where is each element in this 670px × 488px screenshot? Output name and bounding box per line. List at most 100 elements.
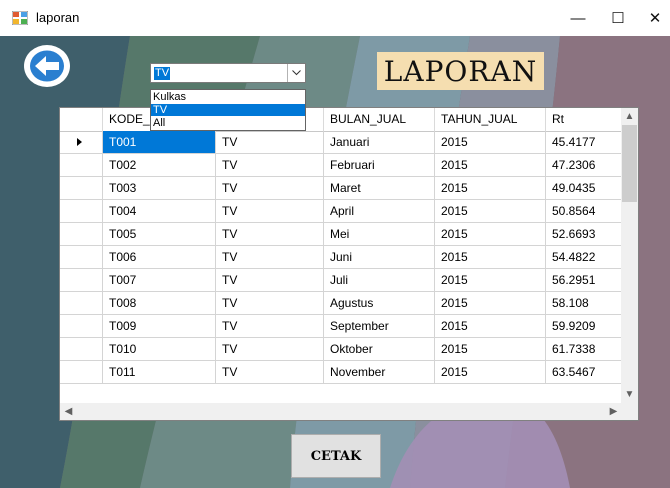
table-cell[interactable]: 50.8564	[546, 200, 622, 222]
row-header[interactable]	[60, 223, 103, 245]
table-row[interactable]: T002 TV Februari 2015 47.2306	[60, 154, 622, 177]
table-cell[interactable]: 2015	[435, 177, 546, 199]
table-cell[interactable]: T002	[103, 154, 216, 176]
table-cell[interactable]: 2015	[435, 315, 546, 337]
table-cell[interactable]: TV	[216, 338, 324, 360]
table-cell[interactable]: TV	[216, 177, 324, 199]
table-cell[interactable]: T005	[103, 223, 216, 245]
row-header[interactable]	[60, 315, 103, 337]
scroll-right-icon[interactable]: ▶	[605, 403, 622, 420]
table-cell[interactable]: TV	[216, 292, 324, 314]
table-cell[interactable]: Juni	[324, 246, 435, 268]
table-cell[interactable]: TV	[216, 269, 324, 291]
table-cell[interactable]: TV	[216, 223, 324, 245]
row-header[interactable]	[60, 338, 103, 360]
row-header[interactable]	[60, 269, 103, 291]
table-cell[interactable]: T011	[103, 361, 216, 383]
report-data-grid[interactable]: KODE_ BULAN_JUAL TAHUN_JUAL Rt T001 TV Jan…	[59, 107, 639, 421]
row-header[interactable]	[60, 246, 103, 268]
row-header[interactable]	[60, 131, 103, 153]
table-cell[interactable]: 52.6693	[546, 223, 622, 245]
scroll-down-icon[interactable]: ▼	[621, 386, 638, 403]
back-button[interactable]	[22, 43, 72, 89]
table-row[interactable]: T007 TV Juli 2015 56.2951	[60, 269, 622, 292]
table-cell[interactable]: Mei	[324, 223, 435, 245]
table-row[interactable]: T004 TV April 2015 50.8564	[60, 200, 622, 223]
table-row[interactable]: T001 TV Januari 2015 45.4177	[60, 131, 622, 154]
table-cell[interactable]: 49.0435	[546, 177, 622, 199]
table-cell[interactable]: 2015	[435, 292, 546, 314]
category-select[interactable]: TV	[150, 63, 306, 83]
table-cell[interactable]: 2015	[435, 131, 546, 153]
column-header-bulan[interactable]: BULAN_JUAL	[324, 108, 435, 131]
table-cell[interactable]: April	[324, 200, 435, 222]
table-cell[interactable]: T001	[103, 131, 216, 153]
close-button[interactable]: ✕	[640, 8, 670, 28]
table-cell[interactable]: T006	[103, 246, 216, 268]
scroll-left-icon[interactable]: ◀	[60, 403, 77, 420]
category-dropdown-list[interactable]: Kulkas TV All	[150, 89, 306, 131]
table-cell[interactable]: T009	[103, 315, 216, 337]
table-cell[interactable]: 54.4822	[546, 246, 622, 268]
table-cell[interactable]: September	[324, 315, 435, 337]
table-cell[interactable]: Agustus	[324, 292, 435, 314]
table-cell[interactable]: 2015	[435, 361, 546, 383]
table-cell[interactable]: Juli	[324, 269, 435, 291]
table-cell[interactable]: TV	[216, 361, 324, 383]
scroll-up-icon[interactable]: ▲	[621, 108, 638, 125]
table-cell[interactable]: November	[324, 361, 435, 383]
table-cell[interactable]: Oktober	[324, 338, 435, 360]
table-row[interactable]: T008 TV Agustus 2015 58.108	[60, 292, 622, 315]
row-header[interactable]	[60, 292, 103, 314]
vertical-scroll-thumb[interactable]	[622, 125, 637, 202]
table-cell[interactable]: Februari	[324, 154, 435, 176]
row-header[interactable]	[60, 177, 103, 199]
table-cell[interactable]: TV	[216, 315, 324, 337]
table-cell[interactable]: 58.108	[546, 292, 622, 314]
dropdown-toggle[interactable]	[287, 64, 305, 82]
table-cell[interactable]: TV	[216, 131, 324, 153]
horizontal-scrollbar[interactable]: ◀ ▶	[60, 403, 622, 420]
table-cell[interactable]: Januari	[324, 131, 435, 153]
table-row[interactable]: T006 TV Juni 2015 54.4822	[60, 246, 622, 269]
table-cell[interactable]: T008	[103, 292, 216, 314]
table-cell[interactable]: T010	[103, 338, 216, 360]
table-cell[interactable]: 2015	[435, 338, 546, 360]
table-row[interactable]: T011 TV November 2015 63.5467	[60, 361, 622, 384]
table-cell[interactable]: T004	[103, 200, 216, 222]
table-cell[interactable]: 61.7338	[546, 338, 622, 360]
column-header-rt[interactable]: Rt	[546, 108, 622, 131]
table-cell[interactable]: 2015	[435, 154, 546, 176]
table-cell[interactable]: TV	[216, 154, 324, 176]
table-cell[interactable]: TV	[216, 200, 324, 222]
table-row[interactable]: T009 TV September 2015 59.9209	[60, 315, 622, 338]
table-cell[interactable]: 59.9209	[546, 315, 622, 337]
row-header[interactable]	[60, 361, 103, 383]
table-cell[interactable]: 56.2951	[546, 269, 622, 291]
minimize-button[interactable]: —	[563, 8, 593, 28]
title-bar[interactable]: laporan — ☐ ✕	[0, 0, 670, 36]
table-cell[interactable]: 45.4177	[546, 131, 622, 153]
maximize-button[interactable]: ☐	[603, 8, 633, 28]
vertical-scrollbar[interactable]: ▲ ▼	[621, 108, 638, 403]
table-row[interactable]: T003 TV Maret 2015 49.0435	[60, 177, 622, 200]
table-cell[interactable]: 2015	[435, 200, 546, 222]
table-cell[interactable]: T003	[103, 177, 216, 199]
print-button[interactable]: CETAK	[291, 434, 381, 478]
row-header[interactable]	[60, 200, 103, 222]
table-row[interactable]: T010 TV Oktober 2015 61.7338	[60, 338, 622, 361]
table-cell[interactable]: 2015	[435, 246, 546, 268]
table-cell[interactable]: TV	[216, 246, 324, 268]
table-cell[interactable]: 2015	[435, 269, 546, 291]
table-row[interactable]: T005 TV Mei 2015 52.6693	[60, 223, 622, 246]
column-header-tahun[interactable]: TAHUN_JUAL	[435, 108, 546, 131]
table-cell[interactable]: T007	[103, 269, 216, 291]
table-cell[interactable]: 47.2306	[546, 154, 622, 176]
dropdown-option[interactable]: All	[151, 117, 305, 129]
table-cell[interactable]: Maret	[324, 177, 435, 199]
table-cell[interactable]: 2015	[435, 223, 546, 245]
dropdown-option-selected[interactable]: TV	[151, 104, 305, 116]
row-header[interactable]	[60, 154, 103, 176]
table-cell[interactable]: 63.5467	[546, 361, 622, 383]
dropdown-option[interactable]: Kulkas	[151, 91, 305, 103]
